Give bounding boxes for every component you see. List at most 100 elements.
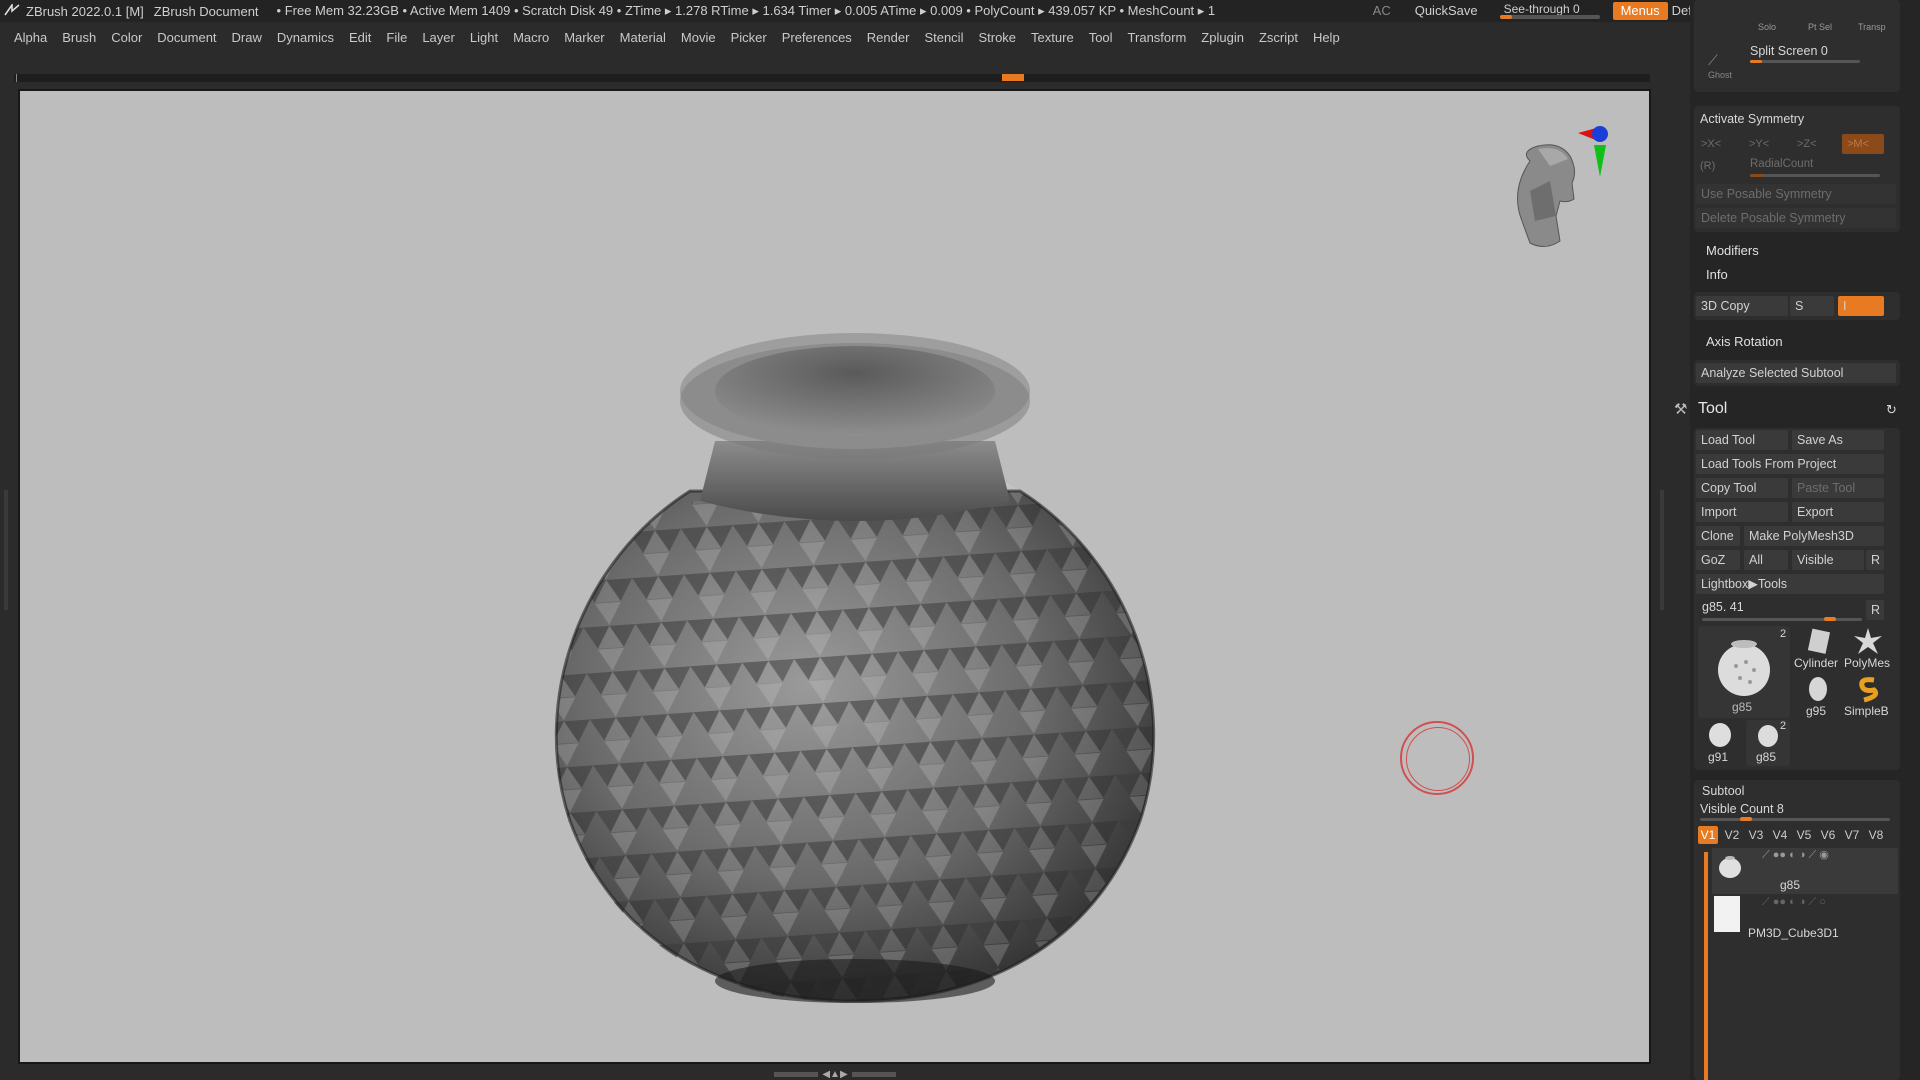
copy-tool-button[interactable]: Copy Tool xyxy=(1696,478,1788,498)
analyze-selected-subtool-button[interactable]: Analyze Selected Subtool xyxy=(1696,363,1896,383)
clone-button[interactable]: Clone xyxy=(1696,526,1740,546)
tool-thumb-polymesh[interactable]: PolyMes xyxy=(1844,626,1892,672)
menu-brush[interactable]: Brush xyxy=(62,30,96,45)
menu-edit[interactable]: Edit xyxy=(349,30,371,45)
all-button[interactable]: All xyxy=(1744,550,1788,570)
menu-file[interactable]: File xyxy=(386,30,407,45)
menu-draw[interactable]: Draw xyxy=(232,30,262,45)
menu-movie[interactable]: Movie xyxy=(681,30,716,45)
split-screen-track[interactable] xyxy=(1750,60,1860,63)
subtool-toggle-icons[interactable]: ⟋ ●● ◐ ◑ ⟋ ○ xyxy=(1762,896,1826,909)
tool-thumb-g85-large[interactable]: 2 g85 xyxy=(1698,626,1790,718)
subtool-toggle-icons[interactable]: ⟋ ●● ◐ ◑ ⟋ ◉ xyxy=(1762,848,1829,862)
menu-color[interactable]: Color xyxy=(111,30,142,45)
tab-v6[interactable]: V6 xyxy=(1818,826,1838,844)
lightbox-tools-button[interactable]: Lightbox▶Tools xyxy=(1696,574,1884,594)
left-tray-handle[interactable] xyxy=(4,490,8,610)
i-button[interactable]: I xyxy=(1838,296,1884,316)
use-posable-symmetry-button[interactable]: Use Posable Symmetry xyxy=(1696,184,1896,204)
goz-r-button[interactable]: R xyxy=(1866,550,1884,570)
menu-render[interactable]: Render xyxy=(867,30,910,45)
subtool-item-pm3d-cube[interactable]: ⟋ ●● ◐ ◑ ⟋ ○ PM3D_Cube3D1 xyxy=(1712,896,1898,942)
menu-dynamics[interactable]: Dynamics xyxy=(277,30,334,45)
tool-thumb-g91[interactable]: g91 xyxy=(1698,720,1742,766)
menu-material[interactable]: Material xyxy=(620,30,666,45)
transp-label[interactable]: Transp xyxy=(1858,22,1886,32)
visible-button[interactable]: Visible xyxy=(1792,550,1864,570)
symmetry-m-button[interactable]: >M< xyxy=(1842,134,1884,154)
axis-rotation-header[interactable]: Axis Rotation xyxy=(1706,334,1783,349)
tab-v1[interactable]: V1 xyxy=(1698,826,1718,844)
menu-preferences[interactable]: Preferences xyxy=(782,30,852,45)
load-tool-button[interactable]: Load Tool xyxy=(1696,430,1788,450)
tab-v5[interactable]: V5 xyxy=(1794,826,1814,844)
timeline-marker[interactable] xyxy=(1002,74,1024,81)
tool-thumb-cylinder[interactable]: Cylinder xyxy=(1794,626,1842,672)
menu-stroke[interactable]: Stroke xyxy=(978,30,1016,45)
visible-count-track[interactable] xyxy=(1700,818,1890,821)
current-tool-r-button[interactable]: R xyxy=(1866,600,1884,620)
solo-label[interactable]: Solo xyxy=(1758,22,1776,32)
menu-zscript[interactable]: Zscript xyxy=(1259,30,1298,45)
radial-count-track[interactable] xyxy=(1750,174,1880,177)
ac-button[interactable]: AC xyxy=(1365,2,1399,20)
tab-v7[interactable]: V7 xyxy=(1842,826,1862,844)
right-tray-handle[interactable] xyxy=(1660,490,1664,610)
symmetry-x-button[interactable]: >X< xyxy=(1696,134,1740,154)
activate-symmetry-button[interactable]: Activate Symmetry xyxy=(1700,112,1804,126)
quicksave-button[interactable]: QuickSave xyxy=(1407,2,1486,20)
document-canvas[interactable] xyxy=(18,89,1651,1064)
tool-thumb-g85-small[interactable]: 2 g85 xyxy=(1746,720,1790,766)
goz-button[interactable]: GoZ xyxy=(1696,550,1740,570)
split-screen-label[interactable]: Split Screen 0 xyxy=(1750,44,1828,58)
menu-texture[interactable]: Texture xyxy=(1031,30,1074,45)
menu-tool[interactable]: Tool xyxy=(1089,30,1113,45)
tab-v3[interactable]: V3 xyxy=(1746,826,1766,844)
see-through-slider[interactable]: See-through 0 xyxy=(1498,2,1603,20)
tab-v4[interactable]: V4 xyxy=(1770,826,1790,844)
export-button[interactable]: Export xyxy=(1792,502,1884,522)
navigation-head-gizmo[interactable] xyxy=(1490,121,1610,271)
tool-palette-icon[interactable]: ⚒ xyxy=(1674,400,1687,418)
subtool-scrollbar[interactable] xyxy=(1704,852,1708,1080)
tool-thumb-simpleb[interactable]: SimpleB xyxy=(1844,674,1892,720)
modifiers-header[interactable]: Modifiers xyxy=(1706,243,1759,258)
import-button[interactable]: Import xyxy=(1696,502,1788,522)
visible-count-label[interactable]: Visible Count 8 xyxy=(1700,802,1784,816)
menu-alpha[interactable]: Alpha xyxy=(14,30,47,45)
menu-marker[interactable]: Marker xyxy=(564,30,604,45)
tool-palette-title[interactable]: Tool xyxy=(1698,400,1727,418)
tool-reset-icon[interactable]: ↻ xyxy=(1886,402,1897,418)
tool-thumb-g95[interactable]: g95 xyxy=(1794,674,1842,720)
symmetry-r-button[interactable]: (R) xyxy=(1700,160,1715,172)
3d-copy-button[interactable]: 3D Copy xyxy=(1696,296,1788,316)
pt-sel-label[interactable]: Pt Sel xyxy=(1808,22,1832,32)
tab-v8[interactable]: V8 xyxy=(1866,826,1886,844)
menus-button[interactable]: Menus xyxy=(1612,2,1668,20)
symmetry-y-button[interactable]: >Y< xyxy=(1744,134,1788,154)
paste-tool-button[interactable]: Paste Tool xyxy=(1792,478,1884,498)
menu-layer[interactable]: Layer xyxy=(422,30,455,45)
subtool-title[interactable]: Subtool xyxy=(1702,784,1744,798)
timeline-track[interactable] xyxy=(14,74,1650,82)
menu-transform[interactable]: Transform xyxy=(1128,30,1187,45)
menu-document[interactable]: Document xyxy=(157,30,216,45)
bottom-tray-handle[interactable]: ◀▲▶ xyxy=(770,1069,900,1080)
menu-light[interactable]: Light xyxy=(470,30,498,45)
delete-posable-symmetry-button[interactable]: Delete Posable Symmetry xyxy=(1696,208,1896,228)
current-tool-track[interactable] xyxy=(1702,618,1862,621)
tab-v2[interactable]: V2 xyxy=(1722,826,1742,844)
menu-zplugin[interactable]: Zplugin xyxy=(1201,30,1244,45)
make-polymesh3d-button[interactable]: Make PolyMesh3D xyxy=(1744,526,1884,546)
info-header[interactable]: Info xyxy=(1706,267,1728,282)
menu-picker[interactable]: Picker xyxy=(731,30,767,45)
menu-macro[interactable]: Macro xyxy=(513,30,549,45)
ghost-icon[interactable]: ⟋ xyxy=(1708,52,1718,69)
menu-stencil[interactable]: Stencil xyxy=(924,30,963,45)
ghost-label[interactable]: Ghost xyxy=(1708,70,1732,80)
radial-count-label[interactable]: RadialCount xyxy=(1750,158,1813,170)
current-tool-label[interactable]: g85. 41 xyxy=(1702,600,1744,614)
save-as-button[interactable]: Save As xyxy=(1792,430,1884,450)
subtool-item-g85[interactable]: ⟋ ●● ◐ ◑ ⟋ ◉ g85 xyxy=(1712,848,1898,894)
menu-help[interactable]: Help xyxy=(1313,30,1340,45)
